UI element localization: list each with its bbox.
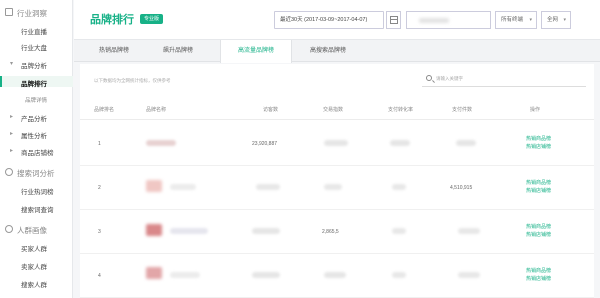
monitor-icon [5,8,13,16]
sidebar-group-label: 品牌分析 [21,63,47,70]
chevron-down-icon: ▾ [10,61,14,67]
page-title: 品牌排行 [90,14,134,26]
hot-goods-link[interactable]: 热销商品榜 [526,224,551,231]
sidebar-group-label: 产品分析 [21,116,47,123]
sidebar-item-hot-words[interactable]: 行业热词榜 [0,184,73,196]
sidebar-section-crowd: 人群画像 [0,223,73,235]
hot-goods-link[interactable]: 热销商品榜 [526,268,551,275]
scope-dropdown[interactable]: 全网 ▾ [541,11,571,29]
sidebar-group-label: 商品店铺榜 [21,150,54,157]
tab-high-traffic[interactable]: 高流量品牌榜 [220,40,292,63]
sidebar-section-industry: 行业洞察 [0,6,73,18]
category-select[interactable] [406,11,491,29]
sidebar-item-label: 行业大盘 [21,45,47,52]
hot-shops-link[interactable]: 热销店铺榜 [526,232,551,239]
calendar-button[interactable] [386,11,401,29]
tab-rising[interactable]: 飙升品牌榜 [146,40,210,62]
visitors-cell: 23,920,887 [252,141,278,147]
chevron-right-icon: ▸ [10,131,14,137]
sidebar-group-attribute[interactable]: ▸ 属性分析 [0,128,73,140]
terminal-dropdown-value: 所有终端 [501,17,524,23]
brand-logo [146,180,162,192]
tab-high-search[interactable]: 高搜索品牌榜 [292,40,364,62]
sidebar-item-brand-ranking[interactable]: 品牌排行 [0,76,73,88]
sidebar-section-label: 人群画像 [17,226,47,235]
sidebar-item-label: 品牌排行 [21,81,47,88]
sidebar-item-search-crowd[interactable]: 搜索人群 [0,277,73,289]
search-placeholder: 请输入关键字 [436,76,463,81]
sidebar-item-label: 买家人群 [21,246,47,253]
column-header: 品牌名称 [146,107,167,113]
sidebar-item-industry-overview[interactable]: 行业大盘 [0,40,73,52]
ranking-panel: 以下数据均为全网统计指标，仅供参考 请输入关键字 品牌排名 品牌名称 访客数 交… [80,64,594,298]
header: 品牌排行 专业版 最近30天 (2017-03-09~2017-04-07) 所… [74,0,600,40]
sidebar-group-product[interactable]: ▸ 产品分析 [0,111,73,123]
keyword-search-input[interactable]: 请输入关键字 [422,73,586,87]
search-icon [5,168,13,176]
chevron-down-icon: ▾ [563,17,566,23]
sidebar-group-label: 属性分析 [21,133,47,140]
sidebar-item-label: 搜索词查询 [21,207,54,214]
rank-cell: 2 [98,185,101,191]
calendar-icon [390,16,398,24]
sidebar-item-industry-live[interactable]: 行业直播 [0,24,73,36]
rank-cell: 4 [98,273,101,279]
sidebar-item-label: 品牌详情 [25,98,48,104]
rank-cell: 1 [98,141,101,147]
tab-hot-sales[interactable]: 热销品牌榜 [82,40,146,62]
column-header: 品牌排名 [94,107,115,113]
hot-goods-link[interactable]: 热销商品榜 [526,180,551,187]
search-icon [426,75,432,81]
sidebar-item-label: 搜索人群 [21,282,47,289]
terminal-dropdown[interactable]: 所有终端 ▾ [495,11,537,29]
paid-items-cell: 4,510,915 [450,185,473,191]
sidebar-group-shop-list[interactable]: ▸ 商品店铺榜 [0,145,73,157]
rank-cell: 3 [98,229,101,235]
table-row: 2 4,510,915 热销商品榜 热销店铺榜 [80,166,594,210]
hot-shops-link[interactable]: 热销店铺榜 [526,276,551,283]
table-row: 1 23,920,887 热销商品榜 热销店铺榜 [80,122,594,166]
sidebar-item-label: 行业热词榜 [21,189,54,196]
sidebar-item-buyer-crowd[interactable]: 买家人群 [0,241,73,253]
edition-badge: 专业版 [140,14,164,24]
column-header: 交易指数 [323,107,344,113]
table-row: 4 热销商品榜 热销店铺榜 [80,254,594,298]
sidebar: 行业洞察 行业直播 行业大盘 ▾ 品牌分析 品牌排行 品牌详情 ▸ 产品分析 ▸… [0,0,73,298]
sidebar-section-search: 搜索词分析 [0,166,73,178]
sidebar-item-label: 卖家人群 [21,264,47,271]
sidebar-item-brand-detail[interactable]: 品牌详情 [0,94,73,105]
sidebar-section-label: 行业洞察 [17,9,47,18]
sidebar-section-label: 搜索词分析 [17,169,55,178]
table-row: 3 2,865,5 热销商品榜 热销店铺榜 [80,210,594,254]
chevron-right-icon: ▸ [10,114,14,120]
chevron-right-icon: ▸ [10,148,14,154]
hot-goods-link[interactable]: 热销商品榜 [526,136,551,143]
sidebar-item-search-query[interactable]: 搜索词查询 [0,202,73,214]
hot-shops-link[interactable]: 热销店铺榜 [526,188,551,195]
ranking-tabs: 热销品牌榜 飙升品牌榜 高流量品牌榜 高搜索品牌榜 [74,40,600,63]
sidebar-group-brand[interactable]: ▾ 品牌分析 [0,58,73,70]
column-header: 操作 [530,107,541,113]
brand-logo [146,224,162,236]
brand-logo [146,267,162,279]
sidebar-item-seller-crowd[interactable]: 卖家人群 [0,259,73,271]
date-range-select[interactable]: 最近30天 (2017-03-09~2017-04-07) [274,11,384,29]
hot-shops-link[interactable]: 热销店铺榜 [526,144,551,151]
info-text: 以下数据均为全网统计指标，仅供参考 [94,78,171,83]
table-header: 品牌排名 品牌名称 访客数 交易指数 支付转化率 支付件数 操作 [80,102,594,120]
column-header: 访客数 [263,107,279,113]
column-header: 支付转化率 [388,107,414,113]
user-icon [5,225,13,233]
trade-index-cell: 2,865,5 [322,229,339,235]
column-header: 支付件数 [452,107,473,113]
chevron-down-icon: ▾ [529,17,532,23]
sidebar-item-label: 行业直播 [21,29,47,36]
scope-dropdown-value: 全网 [547,17,559,23]
